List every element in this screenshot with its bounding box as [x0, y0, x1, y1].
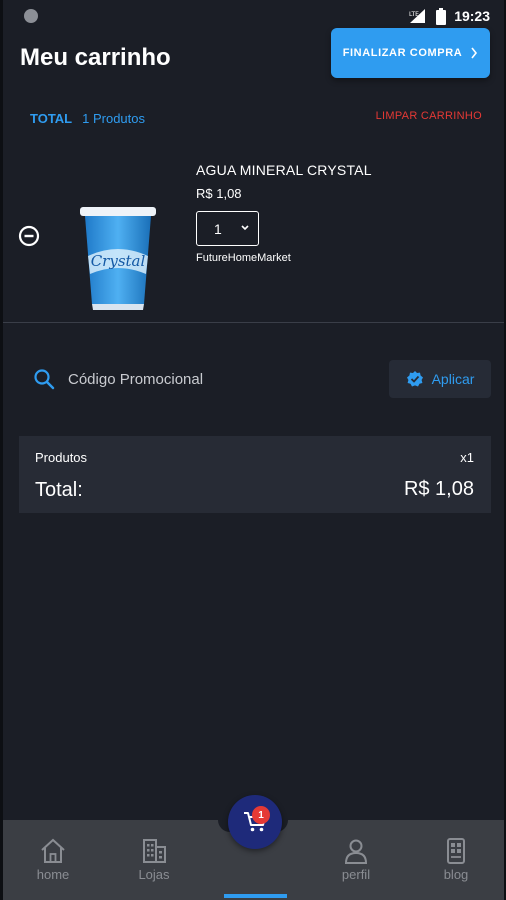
- search-icon: [34, 369, 55, 390]
- nav-item-profile[interactable]: perfil: [321, 836, 391, 886]
- verified-badge-icon: [406, 371, 423, 387]
- promo-code-input[interactable]: [68, 365, 368, 393]
- apply-promo-button[interactable]: Aplicar: [389, 360, 491, 398]
- totals-card: Produtos x1 Total: R$ 1,08: [19, 436, 491, 513]
- svg-text:LTE: LTE: [409, 11, 419, 18]
- chevron-right-icon: [471, 47, 478, 59]
- products-label: Produtos: [35, 450, 88, 465]
- remove-item-icon[interactable]: [17, 224, 41, 248]
- checkout-label: FINALIZAR COMPRA: [342, 47, 463, 59]
- quantity-value: 1: [214, 220, 222, 237]
- products-quantity: x1: [460, 450, 474, 465]
- screen-frame-left: [0, 0, 3, 900]
- battery-icon: [436, 7, 447, 25]
- total-amount-label: Total:: [35, 479, 83, 501]
- active-tab-indicator: [224, 894, 287, 898]
- cart-summary: TOTAL 1 Produtos LIMPAR CARRINHO: [30, 109, 482, 127]
- stores-icon: [143, 839, 166, 863]
- product-name: AGUA MINERAL CRYSTAL: [196, 162, 372, 178]
- nav-item-home[interactable]: home: [18, 836, 88, 886]
- nav-item-blog[interactable]: blog: [421, 836, 491, 886]
- product-image-label: Crystal: [91, 252, 146, 270]
- status-time: 19:23: [454, 8, 490, 24]
- total-amount-value: R$ 1,08: [403, 478, 474, 500]
- profile-icon: [344, 839, 368, 864]
- quantity-select[interactable]: 1: [196, 211, 259, 246]
- divider: [3, 322, 504, 323]
- status-icons: LTE 19:23: [408, 6, 490, 26]
- signal-icon: LTE: [409, 9, 426, 23]
- apply-label: Aplicar: [431, 371, 475, 387]
- product-price: R$ 1,08: [196, 186, 242, 201]
- nav-label-stores: Lojas: [138, 867, 170, 882]
- product-count: 1 Produtos: [82, 110, 145, 126]
- home-icon: [41, 838, 65, 863]
- total-label: TOTAL: [30, 110, 73, 126]
- clear-cart-button[interactable]: LIMPAR CARRINHO: [376, 110, 482, 122]
- blog-icon: [447, 838, 465, 864]
- nav-label-blog: blog: [443, 867, 469, 882]
- nav-item-stores[interactable]: Lojas: [119, 836, 189, 886]
- store-name: FutureHomeMarket: [196, 252, 291, 264]
- product-image: Crystal: [80, 207, 156, 310]
- page-title: Meu carrinho: [20, 44, 171, 71]
- nav-label-home: home: [36, 867, 70, 882]
- checkout-button[interactable]: FINALIZAR COMPRA: [331, 28, 490, 78]
- notification-dot-icon: [24, 9, 38, 23]
- chevron-down-icon: [241, 225, 249, 231]
- cart-badge: 1: [252, 806, 270, 824]
- nav-label-profile: perfil: [341, 867, 371, 882]
